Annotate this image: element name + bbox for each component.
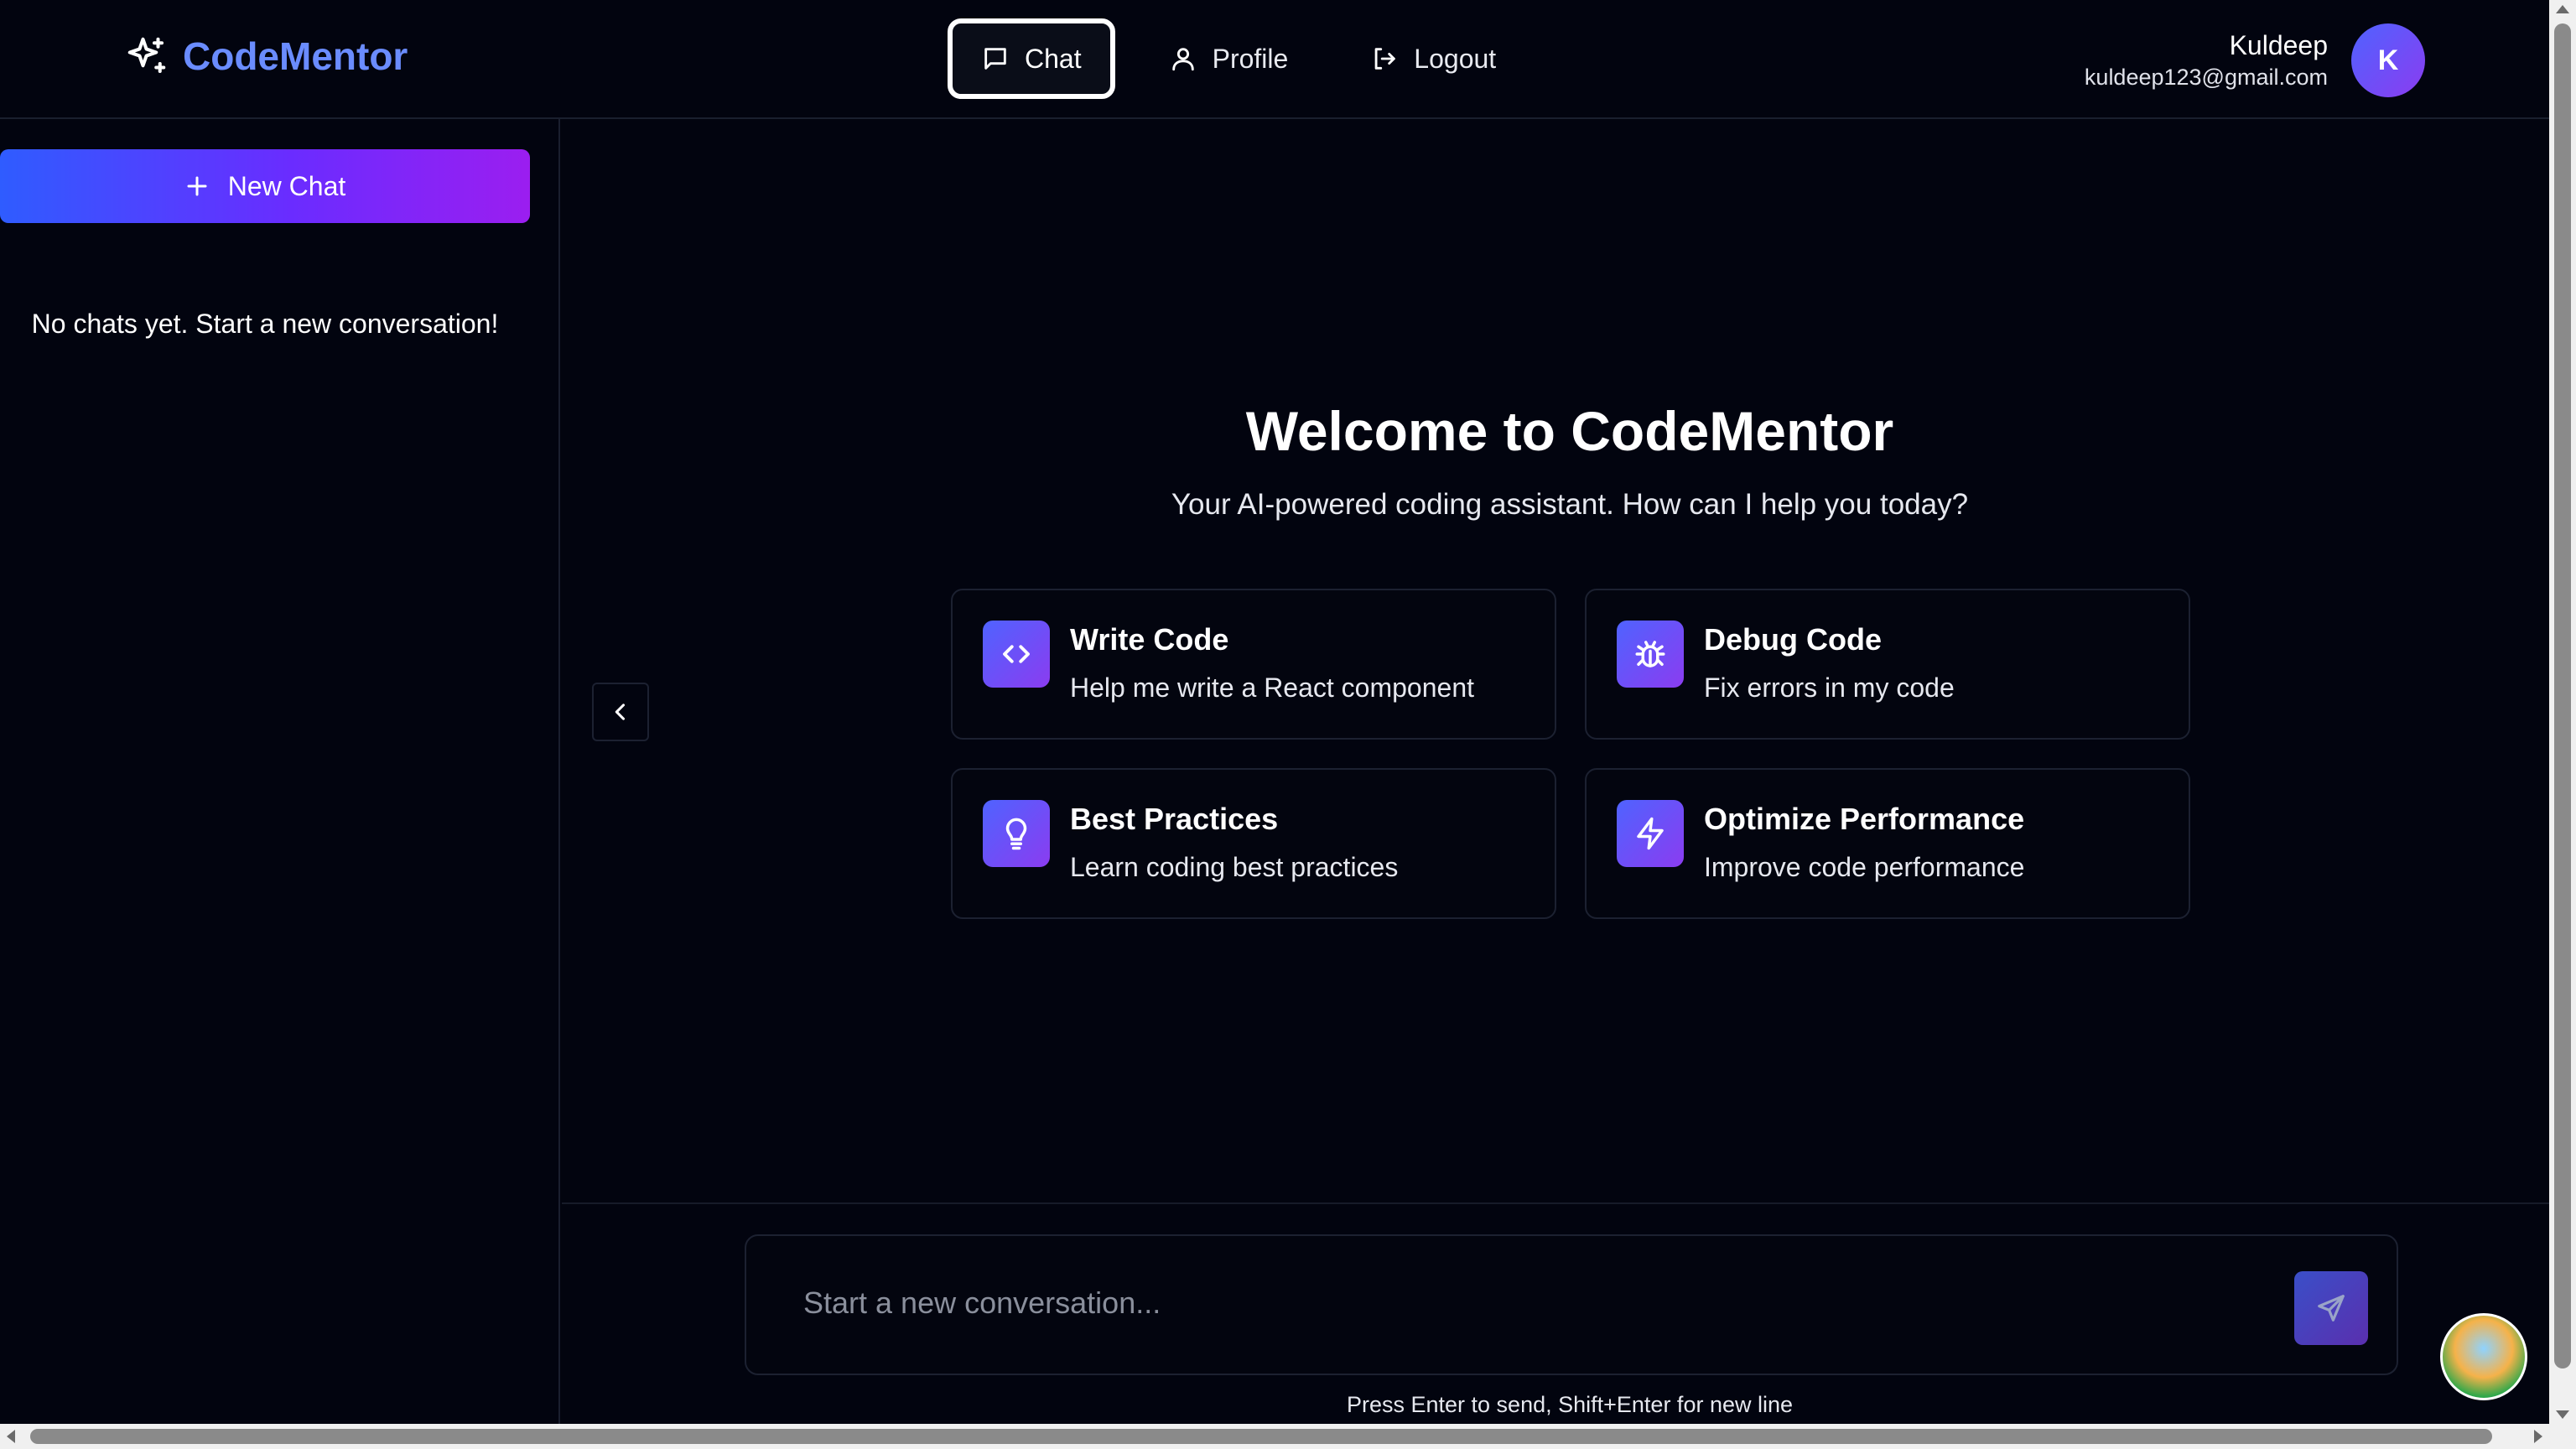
card-icon-box [983,621,1050,688]
scroll-left-icon[interactable] [7,1430,15,1443]
card-icon-box [983,800,1050,867]
message-square-icon [984,48,1006,70]
top-header: CodeMentor Chat Profile Logout Kuldeep k… [0,0,2549,119]
plus-icon [187,176,207,196]
card-title: Debug Code [1704,622,1882,657]
sparkles-icon [127,37,166,74]
card-icon-box [1617,800,1684,867]
card-title: Optimize Performance [1704,802,2025,836]
horizontal-scroll-thumb[interactable] [30,1429,2492,1444]
floating-assistant-avatar[interactable] [2440,1313,2527,1400]
message-composer [745,1234,2398,1375]
nav-chat-label: Chat [1025,43,1082,74]
scroll-down-icon[interactable] [2556,1410,2569,1419]
avatar[interactable]: K [2351,23,2425,97]
composer-hint: Press Enter to send, Shift+Enter for new… [1346,1392,1794,1417]
card-description: Help me write a React component [1070,673,1474,703]
welcome-subtitle: Your AI-powered coding assistant. How ca… [1171,488,1969,521]
nav-logout[interactable]: Logout [1342,18,1524,99]
card-description: Improve code performance [1704,852,2025,882]
composer-divider [562,1202,2549,1204]
empty-chats-message: No chats yet. Start a new conversation! [31,309,499,339]
message-input[interactable] [803,1273,2229,1333]
user-info: Kuldeep kuldeep123@gmail.com [2085,30,2328,91]
suggestion-card-best-practices[interactable]: Best Practices Learn coding best practic… [951,768,1556,919]
sidebar: New Chat No chats yet. Start a new conve… [0,119,560,1449]
suggestion-card-debug-code[interactable]: Debug Code Fix errors in my code [1585,589,2190,740]
welcome-title: Welcome to CodeMentor [1245,400,1894,462]
user-name: Kuldeep [2229,30,2328,60]
suggestion-card-write-code[interactable]: Write Code Help me write a React compone… [951,589,1556,740]
scroll-up-icon[interactable] [2556,5,2569,13]
horizontal-scrollbar[interactable] [0,1424,2576,1449]
user-email: kuldeep123@gmail.com [2084,65,2328,90]
user-icon [1171,48,1194,71]
card-title: Write Code [1070,622,1229,657]
app-logo[interactable]: CodeMentor [124,34,408,79]
card-icon-box [1617,621,1684,688]
app-name: CodeMentor [183,34,408,78]
nav-chat[interactable]: Chat [948,18,1115,99]
suggestion-card-optimize-performance[interactable]: Optimize Performance Improve code perfor… [1585,768,2190,919]
zap-icon [1637,817,1664,850]
vertical-scroll-thumb[interactable] [2554,23,2571,1368]
card-description: Fix errors in my code [1704,673,1955,703]
card-title: Best Practices [1070,802,1279,836]
collapse-sidebar-button[interactable] [592,683,649,741]
main-nav: Chat Profile Logout [948,18,1524,99]
code-icon [1003,645,1030,663]
nav-profile[interactable]: Profile [1140,18,1317,99]
bug-icon [1635,641,1665,667]
send-button[interactable] [2294,1271,2368,1345]
lightbulb-icon [1005,818,1027,850]
card-description: Learn coding best practices [1070,852,1399,882]
nav-logout-label: Logout [1414,43,1497,74]
vertical-scrollbar[interactable] [2549,0,2576,1424]
user-menu[interactable]: Kuldeep kuldeep123@gmail.com K [2085,23,2425,97]
nav-profile-label: Profile [1212,43,1289,74]
logout-icon [1374,48,1396,70]
new-chat-label: New Chat [227,170,346,201]
chevron-left-icon [615,704,626,720]
send-icon [2318,1295,2345,1322]
scroll-right-icon[interactable] [2534,1430,2542,1443]
new-chat-button[interactable]: New Chat [0,149,530,223]
